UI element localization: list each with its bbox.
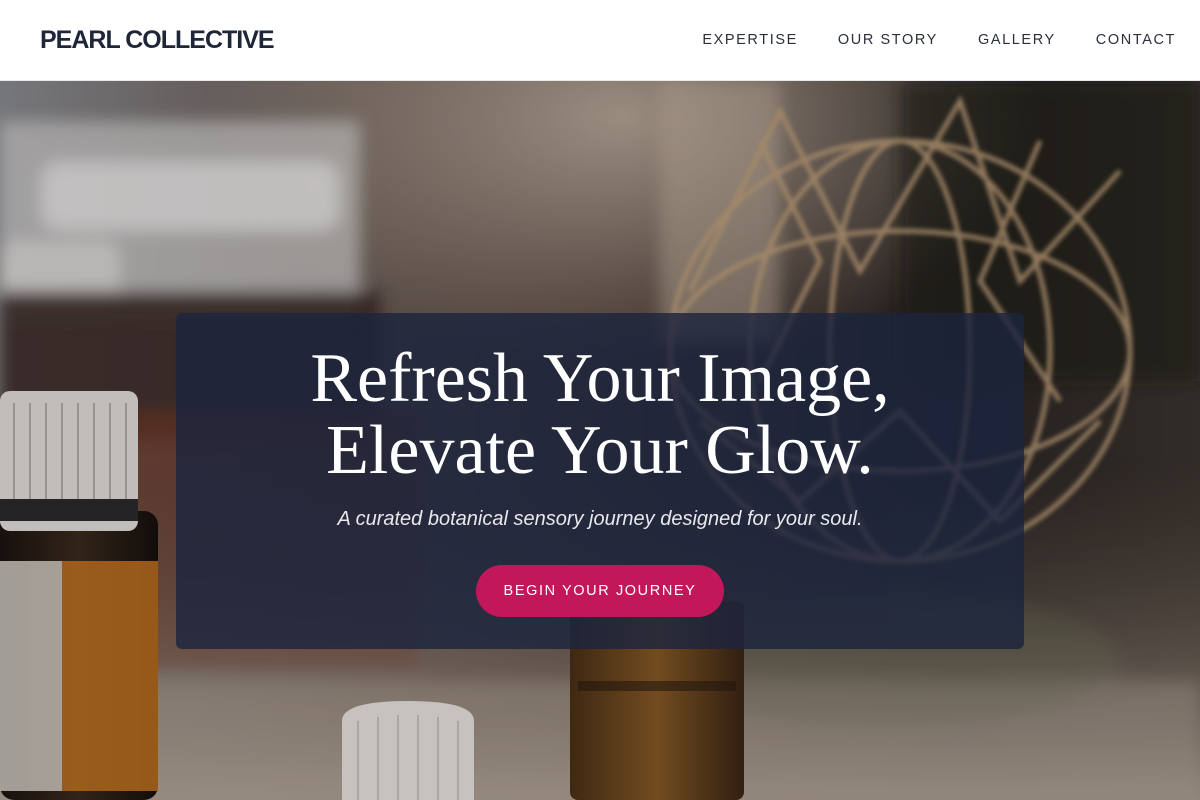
hero-subtitle: A curated botanical sensory journey desi…: [337, 508, 863, 530]
hero-title-line-2: Elevate Your Glow.: [326, 412, 874, 489]
site-logo[interactable]: PEARL COLLECTIVE: [40, 24, 275, 56]
nav-link-gallery[interactable]: GALLERY: [978, 30, 1056, 50]
hero-title: Refresh Your Image, Elevate Your Glow.: [176, 343, 1024, 487]
nav-link-expertise[interactable]: EXPERTISE: [702, 30, 798, 50]
main-nav: EXPERTISE OUR STORY GALLERY CONTACT: [702, 30, 1176, 50]
hero-title-line-1: Refresh Your Image,: [310, 340, 890, 417]
nav-link-our-story[interactable]: OUR STORY: [838, 30, 938, 50]
site-header: PEARL COLLECTIVE EXPERTISE OUR STORY GAL…: [0, 0, 1200, 81]
nav-link-contact[interactable]: CONTACT: [1096, 30, 1176, 50]
begin-journey-button[interactable]: BEGIN YOUR JOURNEY: [476, 565, 724, 617]
hero-section: Refresh Your Image, Elevate Your Glow. A…: [0, 81, 1200, 800]
hero-panel: Refresh Your Image, Elevate Your Glow. A…: [176, 313, 1024, 649]
